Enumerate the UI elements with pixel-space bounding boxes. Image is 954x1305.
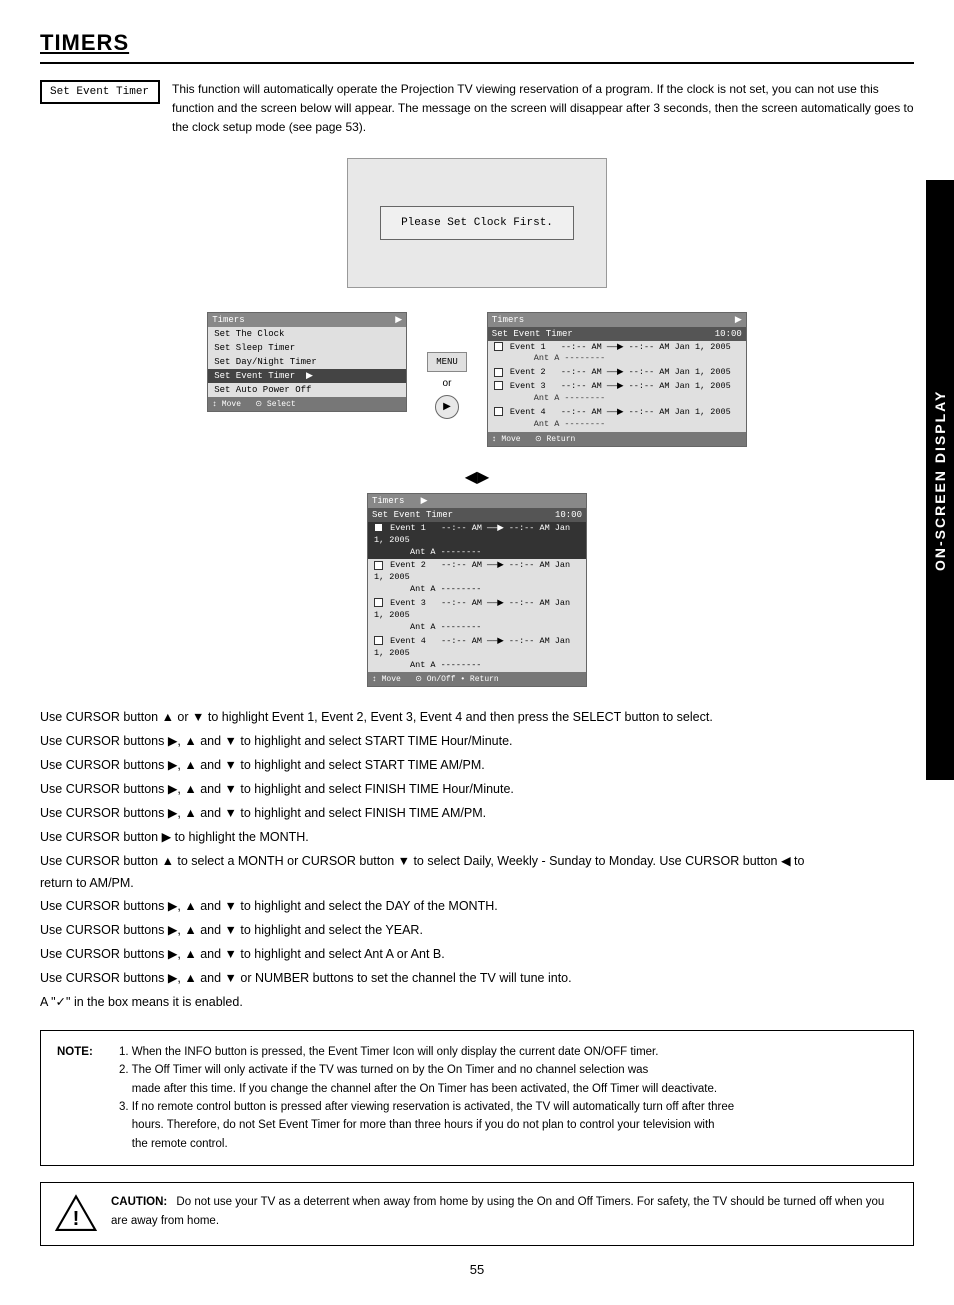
instructions-section: Use CURSOR button ▲ or ▼ to highlight Ev… (40, 707, 914, 1013)
et2-event4-ant: Ant A -------- (374, 660, 580, 672)
set-event-timer-badge: Set Event Timer (40, 80, 160, 104)
instruction-3: Use CURSOR buttons ▶, ▲ and ▼ to highlig… (40, 755, 914, 777)
instruction-9: Use CURSOR buttons ▶, ▲ and ▼ to highlig… (40, 920, 914, 942)
navigation-arrows: MENU or ▶ (427, 312, 467, 419)
et2-event1-checkbox (374, 523, 383, 532)
et2-event1-row-selected: Event 1 --:-- AM ——▶ --:-- AM Jan 1, 200… (368, 522, 586, 560)
note-content: 1. When the INFO button is pressed, the … (119, 1043, 897, 1153)
caution-icon: ! (55, 1193, 97, 1235)
et2-subtitle-label: Set Event Timer (372, 510, 453, 520)
menu-title: Timers ▶ (208, 313, 406, 327)
down-arrow-connector: ◀▶ (40, 467, 914, 487)
menu-title-label: Timers (212, 315, 244, 325)
et2-event2-label: Event 2 --:-- AM ——▶ --:-- AM Jan 1, 200… (374, 560, 570, 582)
note-section: NOTE: 1. When the INFO button is pressed… (40, 1030, 914, 1166)
et2-event4-row: Event 4 --:-- AM ——▶ --:-- AM Jan 1, 200… (368, 635, 586, 673)
et2-event2-ant: Ant A -------- (374, 584, 580, 596)
et2-time: 10:00 (555, 510, 582, 520)
menu-arrow: ▶ (395, 315, 402, 325)
or-label: or (443, 378, 452, 389)
page-number: 55 (40, 1262, 914, 1277)
et-event2-label: Event 2 --:-- AM ——▶ --:-- AM Jan 1, 200… (510, 367, 731, 377)
note-item-1: 1. When the INFO button is pressed, the … (119, 1043, 897, 1061)
right-side-label: ON-SCREEN DISPLAY (926, 180, 954, 780)
menu-item-sleep[interactable]: Set Sleep Timer (208, 341, 406, 355)
instruction-10: Use CURSOR buttons ▶, ▲ and ▼ to highlig… (40, 944, 914, 966)
down-arrow-icon: ◀▶ (465, 467, 490, 487)
et-event1-checkbox (494, 342, 503, 351)
et-event2-row: Event 2 --:-- AM ——▶ --:-- AM Jan 1, 200… (488, 366, 746, 380)
caution-text-block: CAUTION: Do not use your TV as a deterre… (111, 1193, 899, 1230)
menu-item-event[interactable]: Set Event Timer ▶ (208, 369, 406, 383)
menu-item-clock[interactable]: Set The Clock (208, 327, 406, 341)
et-event3-label: Event 3 --:-- AM ——▶ --:-- AM Jan 1, 200… (510, 381, 731, 391)
note-item-2: 2. The Off Timer will only activate if t… (119, 1061, 897, 1098)
instruction-12: A "✓" in the box means it is enabled. (40, 992, 914, 1014)
et-event3-ant: Ant A -------- (494, 393, 740, 405)
note-item-3: 3. If no remote control button is presse… (119, 1098, 897, 1153)
instruction-6: Use CURSOR button ▶ to highlight the MON… (40, 827, 914, 849)
instruction-7: Use CURSOR button ▲ to select a MONTH or… (40, 851, 914, 895)
intro-section: Set Event Timer This function will autom… (40, 80, 914, 138)
lower-diagram-section: Timers ▶ Set Event Timer 10:00 Event 1 -… (40, 493, 914, 688)
menu-item-autopower[interactable]: Set Auto Power Off (208, 383, 406, 397)
et2-event2-row: Event 2 --:-- AM ——▶ --:-- AM Jan 1, 200… (368, 559, 586, 597)
et2-event3-label: Event 3 --:-- AM ——▶ --:-- AM Jan 1, 200… (374, 598, 570, 620)
clock-warning-screen: Please Set Clock First. (347, 158, 607, 288)
et2-event3-ant: Ant A -------- (374, 622, 580, 634)
et-event2-checkbox (494, 368, 503, 377)
et-event4-row: Event 4 --:-- AM ——▶ --:-- AM Jan 1, 200… (488, 406, 746, 432)
et2-title: Timers ▶ (368, 494, 586, 508)
et2-event3-checkbox (374, 598, 383, 607)
et-title-arrow: ▶ (735, 315, 742, 325)
et2-event1-label: Event 1 --:-- AM ——▶ --:-- AM Jan 1, 200… (374, 523, 570, 545)
et-event4-ant: Ant A -------- (494, 419, 740, 431)
et-bottom-label: ↕ Move ⊙ Return (488, 432, 746, 446)
instruction-2: Use CURSOR buttons ▶, ▲ and ▼ to highlig… (40, 731, 914, 753)
et2-event4-checkbox (374, 636, 383, 645)
instruction-4: Use CURSOR buttons ▶, ▲ and ▼ to highlig… (40, 779, 914, 801)
instruction-5: Use CURSOR buttons ▶, ▲ and ▼ to highlig… (40, 803, 914, 825)
note-label: NOTE: (57, 1043, 117, 1153)
play-button[interactable]: ▶ (435, 395, 459, 419)
et-title: Timers (492, 315, 524, 325)
et-event1-ant: Ant A -------- (494, 353, 740, 365)
caution-section: ! CAUTION: Do not use your TV as a deter… (40, 1182, 914, 1246)
et-event4-label: Event 4 --:-- AM ——▶ --:-- AM Jan 1, 200… (510, 407, 731, 417)
event-timer-right-box: Timers ▶ Set Event Timer 10:00 Event 1 -… (487, 312, 747, 447)
et2-title-label: Timers ▶ (372, 496, 428, 506)
et-event1-row: Event 1 --:-- AM ——▶ --:-- AM Jan 1, 200… (488, 341, 746, 367)
caution-label: CAUTION: (111, 1196, 167, 1208)
event-timer-lower-box: Timers ▶ Set Event Timer 10:00 Event 1 -… (367, 493, 587, 688)
et-title-row: Timers ▶ (488, 313, 746, 327)
note-table: NOTE: 1. When the INFO button is pressed… (55, 1041, 899, 1155)
et-time: 10:00 (715, 329, 742, 339)
instruction-1: Use CURSOR button ▲ or ▼ to highlight Ev… (40, 707, 914, 729)
caution-body: Do not use your TV as a deterrent when a… (111, 1196, 884, 1226)
menu-item-daynight[interactable]: Set Day/Night Timer (208, 355, 406, 369)
et2-event1-ant: Ant A -------- (374, 547, 580, 559)
menu-bottom-label: ↕ Move ⊙ Select (208, 397, 406, 411)
et2-event4-label: Event 4 --:-- AM ——▶ --:-- AM Jan 1, 200… (374, 636, 570, 658)
et2-subtitle: Set Event Timer 10:00 (368, 508, 586, 522)
intro-text: This function will automatically operate… (172, 80, 914, 138)
ok-button-label: MENU (427, 352, 467, 372)
et-event1-label: Event 1 --:-- AM ——▶ --:-- AM Jan 1, 200… (510, 342, 731, 352)
et-subtitle-label: Set Event Timer (492, 329, 573, 339)
et2-bottom-label: ↕ Move ⊙ On/Off • Return (368, 672, 586, 686)
et-event3-checkbox (494, 381, 503, 390)
instruction-8: Use CURSOR buttons ▶, ▲ and ▼ to highlig… (40, 896, 914, 918)
et-subtitle-row: Set Event Timer 10:00 (488, 327, 746, 341)
et2-event2-checkbox (374, 561, 383, 570)
et-event4-checkbox (494, 407, 503, 416)
instruction-11: Use CURSOR buttons ▶, ▲ and ▼ or NUMBER … (40, 968, 914, 990)
et2-event3-row: Event 3 --:-- AM ——▶ --:-- AM Jan 1, 200… (368, 597, 586, 635)
svg-text:!: ! (73, 1208, 80, 1230)
page-title: TIMERS (40, 30, 914, 64)
et-event3-row: Event 3 --:-- AM ——▶ --:-- AM Jan 1, 200… (488, 380, 746, 406)
timers-menu-box: Timers ▶ Set The Clock Set Sleep Timer S… (207, 312, 407, 412)
clock-warning-message: Please Set Clock First. (380, 206, 574, 240)
diagram-section: Timers ▶ Set The Clock Set Sleep Timer S… (40, 312, 914, 447)
